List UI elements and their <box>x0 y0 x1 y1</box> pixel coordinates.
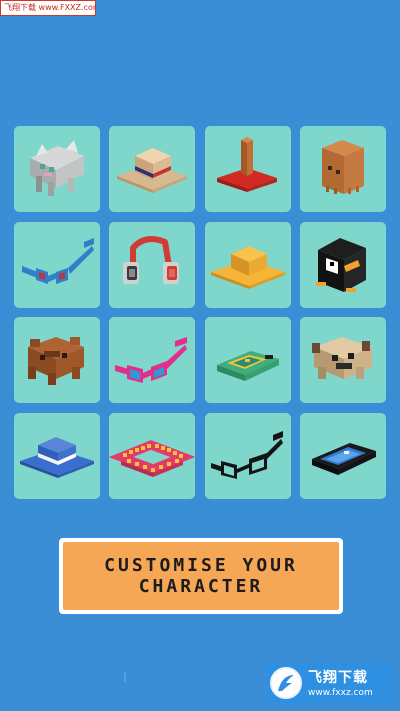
item-tile-dog-hood[interactable] <box>299 317 386 404</box>
item-tile-blue-glasses[interactable] <box>14 221 100 308</box>
item-tile-red-top-hat[interactable] <box>204 126 291 212</box>
black-glasses-icon <box>210 431 283 480</box>
item-tile-green-goggles[interactable] <box>204 317 291 404</box>
item-tile-ski-goggles[interactable] <box>299 413 386 500</box>
paper-bag-icon <box>321 140 364 194</box>
watermark-top-left: 飞翔下载 www.FXXZ.com <box>0 0 96 16</box>
item-tile-blue-hat[interactable] <box>14 413 100 500</box>
item-tile-straw-hat[interactable] <box>109 126 196 212</box>
item-grid <box>14 126 386 500</box>
flower-crown-icon <box>109 440 196 478</box>
green-goggles-icon <box>216 351 279 382</box>
item-tile-headphones[interactable] <box>109 221 196 308</box>
penguin-hood-icon <box>315 237 366 292</box>
banner-text: CUSTOMISE YOUR CHARACTER <box>63 542 339 610</box>
banner-line-2: CHARACTER <box>138 576 264 597</box>
top-hat-icon <box>216 137 277 192</box>
item-tile-yellow-hat[interactable] <box>204 221 291 308</box>
watermark-bottom-right: 飞翔下载 www.fxxz.com <box>266 663 392 703</box>
cat-hood-icon <box>30 140 84 196</box>
headphones-icon <box>123 235 180 284</box>
item-tile-flower-crown[interactable] <box>109 413 196 500</box>
item-tile-bear-hood[interactable] <box>14 317 100 404</box>
item-tile-pink-glasses[interactable] <box>109 317 196 404</box>
fxxz-logo-icon <box>270 667 302 699</box>
watermark-title: 飞翔下载 <box>308 670 368 686</box>
blue-glasses-icon <box>22 237 94 284</box>
divider-mark <box>124 672 126 682</box>
banner-line-1: CUSTOMISE YOUR <box>104 555 298 576</box>
item-tile-black-glasses[interactable] <box>204 413 291 500</box>
sun-hat-icon <box>210 245 285 289</box>
pink-glasses-icon <box>115 337 188 384</box>
item-tile-paper-bag[interactable] <box>299 126 386 212</box>
ski-goggles-icon <box>311 443 376 476</box>
watermark-url: www.fxxz.com <box>308 688 373 698</box>
item-tile-cat-hood[interactable] <box>14 126 100 212</box>
straw-hat-icon <box>117 148 188 193</box>
item-tile-penguin-hood[interactable] <box>299 221 386 308</box>
bowler-hat-icon <box>20 437 94 479</box>
customise-banner: CUSTOMISE YOUR CHARACTER <box>59 538 343 614</box>
dog-hood-icon <box>311 337 372 380</box>
bear-hood-icon <box>28 337 84 386</box>
